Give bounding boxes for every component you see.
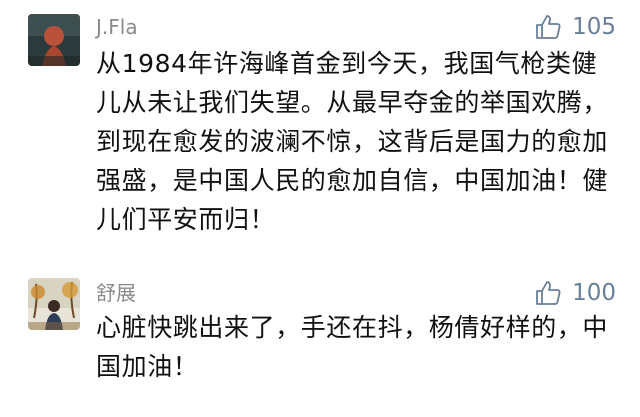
comment-author[interactable]: 舒展 [96,280,136,306]
comment-item: J.Fla 105 从1984年许海峰首金到今天，我国气枪类健儿从未让我们失望。… [0,0,640,250]
avatar[interactable] [28,14,80,66]
thumbs-up-icon [536,281,561,305]
avatar[interactable] [28,278,80,330]
person-avatar-icon [28,278,80,330]
comment-item: 舒展 100 心脏快跳出来了，手还在抖，杨倩好样的，中国加油！ [0,270,640,417]
person-avatar-icon [28,14,80,66]
like-button[interactable]: 100 [534,278,616,308]
like-button[interactable]: 105 [534,12,616,42]
comment-author[interactable]: J.Fla [96,14,138,40]
like-count: 100 [572,280,616,306]
like-count: 105 [572,14,616,40]
comment-text: 心脏快跳出来了，手还在抖，杨倩好样的，中国加油！ [96,313,609,381]
comment-text: 从1984年许海峰首金到今天，我国气枪类健儿从未让我们失望。从最早夺金的举国欢腾… [96,49,609,234]
thumbs-up-icon [536,15,561,39]
